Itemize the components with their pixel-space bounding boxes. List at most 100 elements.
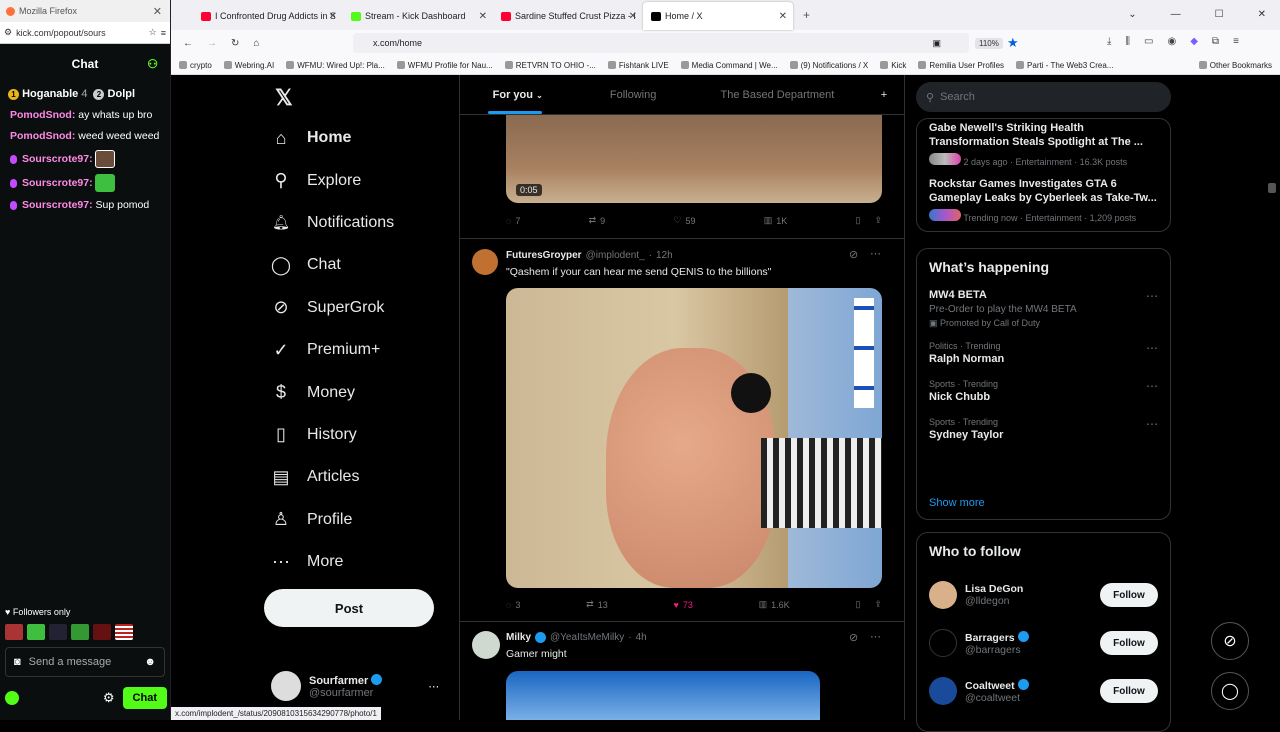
bookmark-icon[interactable]: ▯ — [856, 215, 861, 226]
bookmark-item[interactable]: Media Command | We... — [681, 61, 778, 70]
bookmark-item[interactable]: Other Bookmarks — [1199, 61, 1272, 70]
follow-button[interactable]: Follow — [1100, 679, 1158, 703]
views-button[interactable]: ▥ 1K — [764, 215, 788, 226]
bookmark-icon[interactable]: ▯ — [855, 599, 860, 610]
follow-button[interactable]: Follow — [1100, 583, 1158, 607]
post-author-name[interactable]: FuturesGroyper — [506, 250, 582, 261]
download-icon[interactable]: ⤓ — [1107, 36, 1111, 47]
chat-username[interactable]: Sourscrote97: — [22, 199, 93, 211]
tab-list-icon[interactable]: ⌄ — [1128, 9, 1136, 20]
chat-username[interactable]: Sourscrote97: — [22, 177, 93, 189]
nav-supergrok[interactable]: ⊘ SuperGrok — [271, 287, 461, 329]
emote-flag-icon[interactable] — [115, 624, 133, 640]
close-tab-icon[interactable]: ✕ — [629, 11, 637, 22]
x-logo-icon[interactable]: 𝕏 — [275, 85, 293, 111]
bookmark-item[interactable]: (9) Notifications / X — [790, 61, 869, 70]
browser-tab[interactable]: I Confronted Drug Addicts in Se ✕ — [193, 2, 343, 30]
home-page-icon[interactable]: ⌂ — [253, 38, 259, 49]
chat-username[interactable]: PomodSnod: — [10, 130, 75, 142]
follow-button[interactable]: Follow — [1100, 631, 1158, 655]
gifter-2[interactable]: 2 Dolpl — [93, 88, 135, 100]
sidebar-icon[interactable]: ▭ — [1144, 36, 1153, 47]
library-icon[interactable]: ⫼ — [1125, 36, 1130, 47]
bookmark-item[interactable]: WFMU Profile for Nau... — [397, 61, 493, 70]
emote-icon[interactable] — [71, 624, 89, 640]
account-icon[interactable]: ◉ — [1167, 36, 1176, 47]
trend-item[interactable]: Sports · Trending Sydney Taylor ⋯ — [917, 417, 1170, 441]
chat-username[interactable]: Sourscrote97: — [22, 153, 93, 165]
bookmark-item[interactable]: Parti - The Web3 Crea... — [1016, 61, 1113, 70]
nav-notifications[interactable]: 🔔︎ Notifications — [271, 202, 461, 244]
address-bar[interactable]: x.com/home ▣ — [353, 33, 969, 53]
post-time[interactable]: 12h — [656, 250, 673, 261]
nav-chat[interactable]: ◯ Chat — [271, 244, 461, 286]
nav-profile[interactable]: ♙ Profile — [271, 499, 461, 541]
show-more-link[interactable]: Show more — [929, 497, 985, 509]
bookmark-item[interactable]: Webring.AI — [224, 61, 274, 70]
browser-tab[interactable]: Sardine Stuffed Crust Pizza - Kir ✕ — [493, 2, 643, 30]
zoom-level[interactable]: 110% — [975, 38, 1003, 49]
close-tab-icon[interactable]: ✕ — [779, 11, 787, 22]
emoji-icon[interactable]: ☻ — [144, 656, 156, 668]
views-button[interactable]: ▥ 1.6K — [759, 599, 790, 610]
nav-money[interactable]: $ Money — [271, 371, 461, 413]
trend-item[interactable]: Politics · Trending Ralph Norman ⋯ — [917, 341, 1170, 365]
extensions-icon[interactable]: ⧉ — [1212, 36, 1219, 47]
emote-icon[interactable] — [93, 624, 111, 640]
add-tab-icon[interactable]: + — [864, 89, 904, 101]
close-window-icon[interactable]: ✕ — [1258, 9, 1266, 20]
grok-icon[interactable]: ⊘ — [849, 248, 858, 261]
messages-float-button[interactable]: ◯ — [1211, 672, 1249, 710]
post-author-name[interactable]: Milky — [506, 632, 531, 643]
post-button[interactable]: Post — [264, 589, 434, 627]
chat-users-icon[interactable]: ⚇ — [147, 57, 158, 71]
nav-articles[interactable]: ▤ Articles — [271, 456, 461, 498]
post-time[interactable]: 4h — [636, 632, 647, 643]
news-item[interactable]: Gabe Newell's Striking Health Transforma… — [917, 121, 1170, 167]
maximize-icon[interactable]: ☐ — [1215, 9, 1224, 20]
new-tab-icon[interactable]: + — [793, 8, 820, 30]
bookmark-item[interactable]: WFMU: Wired Up!: Pla... — [286, 61, 385, 70]
bookmark-item[interactable]: Kick — [880, 61, 906, 70]
emote-icon[interactable] — [49, 624, 67, 640]
minimize-icon[interactable]: — — [1171, 9, 1181, 20]
chat-message-input[interactable]: ◙ Send a message ☻ — [5, 647, 165, 677]
reload-icon[interactable]: ↻ — [231, 38, 239, 49]
post-author-handle[interactable]: @YeaItsMeMilky — [550, 632, 624, 643]
browser-tab-active[interactable]: Home / X ✕ — [643, 2, 793, 30]
reply-button[interactable]: ◌ 7 — [506, 216, 520, 226]
window-close-icon[interactable]: ✕ — [153, 5, 162, 18]
browser-tab[interactable]: Stream - Kick Dashboard ✕ — [343, 2, 493, 30]
settings-icon[interactable]: ⚙ — [103, 690, 115, 706]
more-icon[interactable]: ⋯ — [1146, 289, 1158, 303]
news-item[interactable]: Rockstar Games Investigates GTA 6 Gamepl… — [917, 177, 1170, 223]
scrollbar-thumb[interactable] — [1268, 183, 1276, 193]
tab-based-department[interactable]: The Based Department — [691, 89, 864, 101]
nav-history[interactable]: ▯ History — [271, 414, 461, 456]
like-button[interactable]: ♥ 73 — [674, 600, 693, 610]
avatar[interactable] — [472, 631, 500, 659]
more-icon[interactable]: ⋯ — [1146, 341, 1158, 355]
kick-points-icon[interactable] — [5, 691, 19, 705]
bookmark-item[interactable]: Fishtank LIVE — [608, 61, 669, 70]
post-media-image[interactable] — [506, 288, 882, 588]
search-input[interactable]: ⚲ Search — [916, 82, 1171, 112]
gifter-1[interactable]: 1 Hoganable 4 — [8, 88, 87, 100]
like-button[interactable]: ♡ 59 — [673, 215, 695, 226]
chat-username[interactable]: PomodSnod: — [10, 109, 75, 121]
bookmark-star-icon[interactable]: ★ — [1007, 35, 1019, 51]
share-icon[interactable]: ⇪ — [874, 215, 882, 226]
menu-icon[interactable]: ≡ — [161, 28, 166, 38]
nav-explore[interactable]: ⚲ Explore — [271, 159, 461, 201]
tab-for-you[interactable]: For you ⌄ — [460, 89, 575, 101]
nav-more[interactable]: ⋯ More — [271, 541, 461, 583]
post-author-handle[interactable]: @implodent_ — [586, 250, 645, 261]
follow-suggestion[interactable]: Lisa DeGon @lldegon Follow — [917, 571, 1170, 619]
forward-icon[interactable]: → — [207, 38, 217, 49]
post-media-image[interactable] — [506, 671, 820, 720]
emote-pepe-icon[interactable] — [27, 624, 45, 640]
tab-following[interactable]: Following — [575, 89, 690, 101]
repost-button[interactable]: ⇄ 9 — [589, 215, 606, 226]
nav-home[interactable]: ⌂ Home — [271, 117, 461, 159]
chat-send-button[interactable]: Chat — [122, 687, 167, 709]
